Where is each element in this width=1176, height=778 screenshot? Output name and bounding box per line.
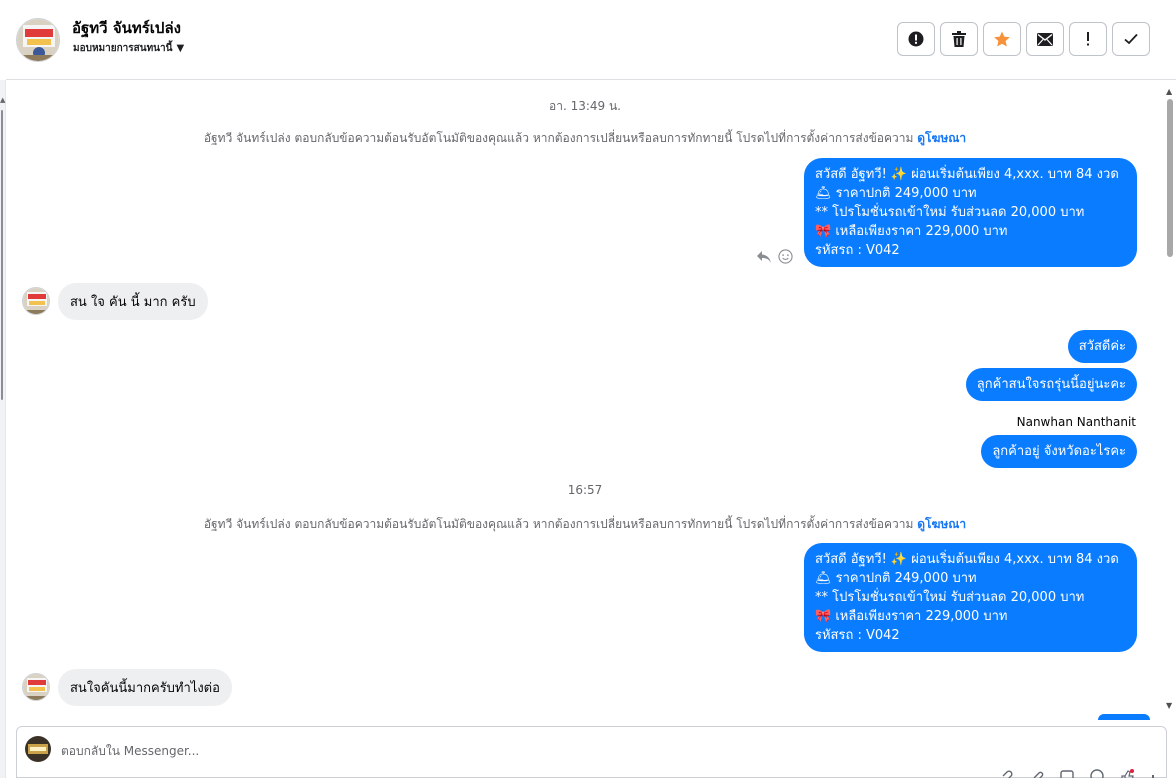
timestamp: 16:57 bbox=[567, 483, 603, 497]
star-icon bbox=[994, 31, 1010, 47]
follow-up-button[interactable] bbox=[1069, 22, 1107, 56]
exclamation-icon bbox=[1087, 32, 1089, 46]
emoji-icon[interactable] bbox=[1090, 769, 1104, 778]
mark-unread-button[interactable] bbox=[1026, 22, 1064, 56]
envelope-icon bbox=[1037, 32, 1053, 46]
message-actions bbox=[756, 249, 793, 264]
promo-line: รหัสรถ : V042 bbox=[815, 243, 900, 258]
incoming-message[interactable]: สนใจคันนี้มากครับทำไงต่อ bbox=[58, 669, 232, 706]
outgoing-message[interactable]: ลูกค้าสนใจรถรุ่นนี้อยู่นะคะ bbox=[965, 368, 1137, 401]
view-ad-link[interactable]: ดูโฆษณา bbox=[917, 131, 966, 145]
timestamp: อา. 13:49 น. bbox=[549, 99, 621, 113]
assign-conversation-dropdown[interactable]: มอบหมายการสนทนานี้ ▼ bbox=[73, 41, 184, 56]
outgoing-message-promo[interactable]: สวัสดี อัฐทวี! ✨ ผ่อนเริ่มต้นเพียง 4,xxx… bbox=[804, 158, 1137, 267]
contact-avatar-small[interactable] bbox=[22, 673, 50, 701]
contact-avatar-small[interactable] bbox=[22, 287, 50, 315]
outgoing-message[interactable]: สวัสดีค่ะ bbox=[1067, 330, 1137, 363]
outgoing-message-partial bbox=[1098, 714, 1150, 720]
conversation-header: อัฐทวี จันทร์เปล่ง มอบหมายการสนทนานี้ ▼ bbox=[6, 0, 1176, 80]
scroll-up-icon[interactable]: ▲ bbox=[1166, 87, 1172, 96]
promo-line: 🎀 เหลือเพียงราคา 229,000 บาท bbox=[815, 609, 1008, 624]
promo-line: 🛎 ราคาปกติ 249,000 บาท bbox=[815, 186, 977, 201]
thread-scrollbar[interactable]: ▲ ▼ bbox=[1164, 81, 1176, 716]
promo-line: 🎀 เหลือเพียงราคา 229,000 บาท bbox=[815, 224, 1008, 239]
system-message: อัฐทวี จันทร์เปล่ง ตอบกลับข้อความต้อนรับ… bbox=[6, 515, 1164, 534]
reply-input[interactable]: ตอบกลับใน Messenger... bbox=[61, 742, 199, 761]
like-icon[interactable] bbox=[1120, 769, 1134, 778]
reply-icon[interactable] bbox=[756, 250, 772, 264]
promo-line: สวัสดี อัฐทวี! ✨ ผ่อนเริ่มต้นเพียง 4,xxx… bbox=[815, 552, 1119, 567]
mark-spam-button[interactable] bbox=[897, 22, 935, 56]
alert-circle-icon bbox=[908, 31, 924, 47]
header-actions bbox=[897, 22, 1150, 56]
incoming-message[interactable]: สน ใจ คัน นี้ มาก ครับ bbox=[58, 283, 208, 320]
system-message: อัฐทวี จันทร์เปล่ง ตอบกลับข้อความต้อนรับ… bbox=[6, 129, 1164, 148]
star-button[interactable] bbox=[983, 22, 1021, 56]
system-message-text: อัฐทวี จันทร์เปล่ง ตอบกลับข้อความต้อนรับ… bbox=[203, 131, 914, 145]
assign-label: มอบหมายการสนทนานี้ bbox=[73, 43, 173, 54]
view-ad-link[interactable]: ดูโฆษณา bbox=[917, 517, 966, 531]
promo-line: 🛎 ราคาปกติ 249,000 บาท bbox=[815, 571, 977, 586]
react-icon[interactable] bbox=[778, 249, 793, 264]
more-icon[interactable] bbox=[1150, 769, 1156, 778]
saved-reply-icon[interactable] bbox=[1060, 769, 1074, 778]
promo-line: ** โปรโมชั่นรถเข้าใหม่ รับส่วนลด 20,000 … bbox=[815, 590, 1085, 605]
paperclip-icon[interactable] bbox=[1030, 769, 1044, 778]
message-composer[interactable]: ตอบกลับใน Messenger... bbox=[16, 726, 1167, 778]
messenger-inbox: ▲ อัฐทวี จันทร์เปล่ง มอบหมายการสนทนานี้ … bbox=[0, 0, 1176, 778]
page-avatar bbox=[25, 736, 51, 762]
left-scrollbar-thumb[interactable] bbox=[1, 110, 3, 400]
delete-button[interactable] bbox=[940, 22, 978, 56]
contact-avatar[interactable] bbox=[16, 18, 60, 62]
attach-icon[interactable] bbox=[1000, 769, 1014, 778]
promo-line: รหัสรถ : V042 bbox=[815, 628, 900, 643]
trash-icon bbox=[952, 31, 966, 47]
scroll-down-icon[interactable]: ▼ bbox=[1166, 701, 1172, 710]
system-message-text: อัฐทวี จันทร์เปล่ง ตอบกลับข้อความต้อนรับ… bbox=[203, 517, 914, 531]
mark-done-button[interactable] bbox=[1112, 22, 1150, 56]
composer-tools bbox=[1000, 769, 1156, 778]
message-thread[interactable]: อา. 13:49 น. อัฐทวี จันทร์เปล่ง ตอบกลับข… bbox=[6, 81, 1164, 716]
outgoing-message[interactable]: ลูกค้าอยู่ จังหวัดอะไรคะ bbox=[981, 435, 1137, 468]
contact-name[interactable]: อัฐทวี จันทร์เปล่ง bbox=[72, 16, 181, 40]
promo-line: สวัสดี อัฐทวี! ✨ ผ่อนเริ่มต้นเพียง 4,xxx… bbox=[815, 167, 1119, 182]
thread-scrollbar-thumb[interactable] bbox=[1167, 99, 1173, 257]
scroll-up-arrow-icon[interactable]: ▲ bbox=[0, 96, 5, 104]
promo-line: ** โปรโมชั่นรถเข้าใหม่ รับส่วนลด 20,000 … bbox=[815, 205, 1085, 220]
outgoing-message-promo[interactable]: สวัสดี อัฐทวี! ✨ ผ่อนเริ่มต้นเพียง 4,xxx… bbox=[804, 543, 1137, 652]
caret-down-icon: ▼ bbox=[176, 43, 185, 54]
check-icon bbox=[1124, 33, 1138, 45]
sender-name: Nanwhan Nanthanit bbox=[1016, 415, 1136, 429]
